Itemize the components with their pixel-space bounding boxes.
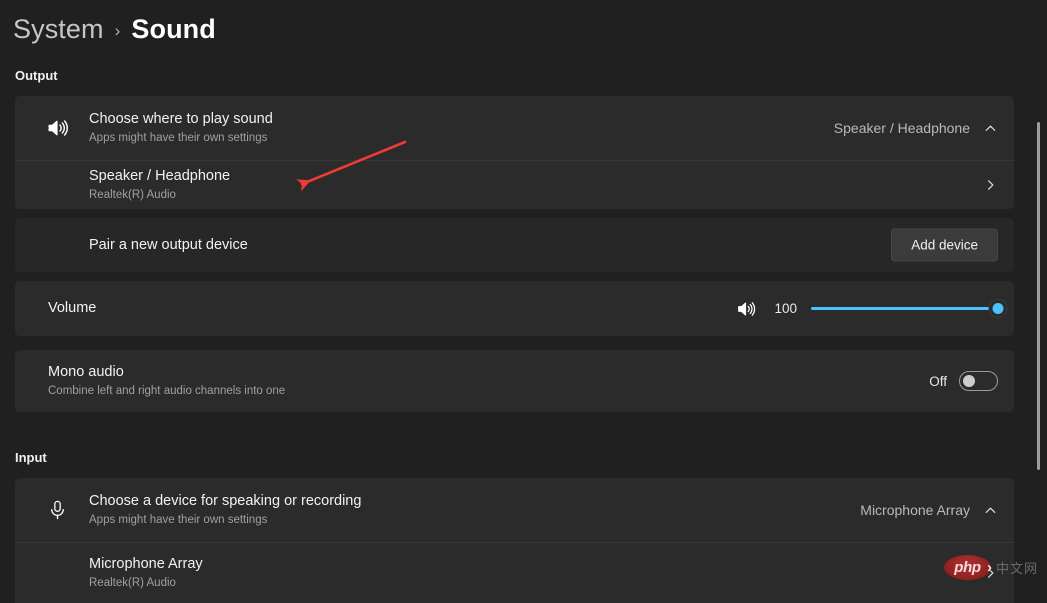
page-title: Sound [131, 14, 216, 44]
output-device-speaker-right[interactable] [983, 178, 998, 193]
choose-input-device-value-group[interactable]: Microphone Array [860, 502, 998, 518]
breadcrumb: System › Sound [13, 14, 216, 45]
mono-audio-title: Mono audio [48, 363, 124, 380]
pair-output-device-text: Pair a new output device [89, 236, 248, 254]
pair-output-device-card: Pair a new output device Add device [15, 218, 1014, 272]
choose-output-device-text: Choose where to play sound Apps might ha… [89, 110, 273, 146]
output-device-speaker-text: Speaker / Headphone Realtek(R) Audio [89, 167, 230, 203]
section-header-output: Output [15, 68, 58, 83]
page-scrollbar-thumb[interactable] [1037, 122, 1040, 470]
choose-input-device-subtitle: Apps might have their own settings [89, 514, 268, 527]
breadcrumb-separator-icon: › [114, 20, 121, 40]
choose-output-device-value: Speaker / Headphone [833, 120, 970, 136]
chevron-up-icon[interactable] [983, 503, 998, 518]
chevron-up-icon[interactable] [983, 121, 998, 136]
section-header-input: Input [15, 450, 47, 465]
volume-slider-fill [811, 307, 998, 310]
output-device-speaker-subtitle: Realtek(R) Audio [89, 189, 176, 202]
volume-text: Volume [48, 299, 96, 317]
choose-output-device-title: Choose where to play sound [89, 110, 273, 127]
chevron-right-icon[interactable] [983, 178, 998, 193]
mono-audio-card: Mono audio Combine left and right audio … [15, 350, 1014, 412]
speaker-icon [33, 116, 81, 141]
watermark-php-logo: php [944, 555, 991, 580]
watermark-arrow-icon: › [987, 559, 992, 576]
volume-value: 100 [774, 301, 797, 316]
mono-audio-toggle[interactable] [959, 371, 998, 391]
volume-speaker-icon[interactable] [735, 298, 757, 320]
input-device-card: Choose a device for speaking or recordin… [15, 478, 1014, 603]
mono-audio-row: Mono audio Combine left and right audio … [15, 350, 1014, 412]
volume-card: Volume 100 [15, 281, 1014, 336]
mono-audio-state-label: Off [929, 373, 947, 389]
choose-output-device-value-group[interactable]: Speaker / Headphone [834, 120, 998, 136]
pair-output-device-title: Pair a new output device [89, 236, 248, 253]
output-device-speaker-title: Speaker / Headphone [89, 167, 231, 184]
output-device-speaker-headphone-row[interactable]: Speaker / Headphone Realtek(R) Audio [15, 160, 1014, 209]
input-device-microphone-array-row[interactable]: Microphone Array Realtek(R) Audio [15, 542, 1014, 603]
microphone-icon [33, 499, 81, 522]
volume-slider[interactable] [811, 299, 1008, 318]
volume-row: Volume 100 [15, 281, 1014, 336]
input-device-microphone-subtitle: Realtek(R) Audio [89, 577, 176, 590]
mono-audio-subtitle: Combine left and right audio channels in… [48, 385, 286, 398]
breadcrumb-parent-system[interactable]: System [13, 14, 104, 45]
choose-input-device-title: Choose a device for speaking or recordin… [89, 492, 362, 509]
mono-audio-control: Off [929, 371, 998, 391]
sound-settings-page: System › Sound Output Choose where to pl… [0, 0, 1047, 603]
choose-input-device-text: Choose a device for speaking or recordin… [89, 492, 361, 528]
watermark: php › 中文网 [944, 555, 1038, 580]
watermark-suffix: 中文网 [996, 561, 1039, 576]
mono-audio-text: Mono audio Combine left and right audio … [48, 363, 285, 399]
output-device-card: Choose where to play sound Apps might ha… [15, 96, 1014, 209]
choose-input-device-value: Microphone Array [860, 502, 970, 518]
page-scrollbar[interactable] [1032, 50, 1047, 603]
choose-output-device-subtitle: Apps might have their own settings [89, 132, 268, 145]
pair-output-device-action: Add device [891, 228, 998, 262]
volume-control-group: 100 [735, 298, 1008, 320]
pair-output-device-row: Pair a new output device Add device [15, 218, 1014, 272]
volume-slider-thumb[interactable] [988, 299, 1008, 318]
add-device-button[interactable]: Add device [891, 228, 998, 262]
choose-output-device-row[interactable]: Choose where to play sound Apps might ha… [15, 96, 1014, 160]
choose-input-device-row[interactable]: Choose a device for speaking or recordin… [15, 478, 1014, 542]
input-device-microphone-title: Microphone Array [89, 555, 203, 572]
input-device-microphone-text: Microphone Array Realtek(R) Audio [89, 555, 203, 591]
mono-audio-toggle-knob [963, 375, 975, 387]
volume-title: Volume [48, 300, 97, 317]
